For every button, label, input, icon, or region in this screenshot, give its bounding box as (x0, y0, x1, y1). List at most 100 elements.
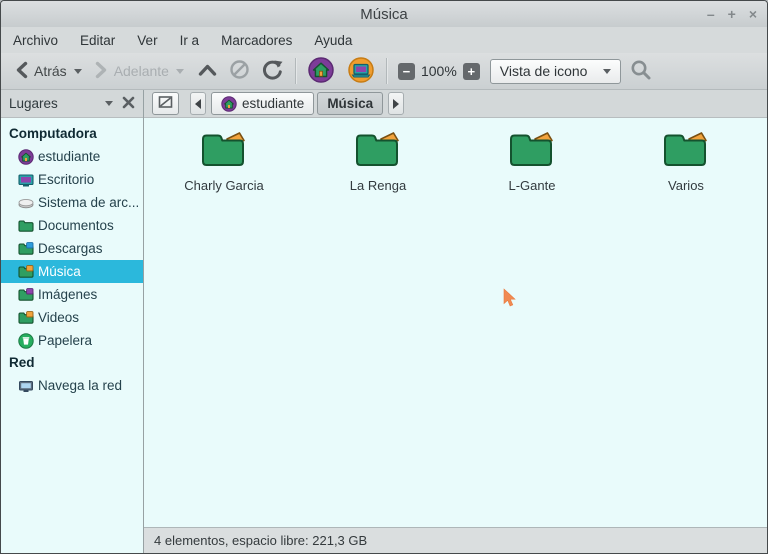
content-column: estudiante Música Charly Garcia La Renga L-… (144, 90, 767, 553)
desktop-icon (18, 172, 34, 188)
forward-label: Adelante (113, 63, 169, 79)
folder-video-icon (18, 310, 34, 326)
zoom-out-icon[interactable]: − (397, 62, 415, 80)
scroll-left-icon (195, 98, 201, 109)
toolbar-separator (294, 58, 296, 84)
places-header: Lugares (1, 90, 143, 118)
view-mode-value: Vista de icono (499, 63, 588, 79)
folder-images-icon (18, 287, 34, 303)
sidebar-item-label: Documentos (38, 218, 114, 233)
sidebar-item-label: Navega la red (38, 378, 123, 393)
sidebar-item-descargas[interactable]: Descargas (1, 237, 143, 260)
places-dropdown-icon[interactable] (105, 101, 113, 106)
menu-editar[interactable]: Editar (80, 33, 115, 48)
sidebar-item-escritorio[interactable]: Escritorio (1, 168, 143, 191)
home-circle-icon (18, 148, 34, 165)
forward-button[interactable]: Adelante (91, 59, 187, 84)
window-controls: – + × (707, 1, 757, 27)
zoom-in-icon[interactable]: + (462, 62, 480, 80)
file-item-varios[interactable]: Varios (609, 130, 763, 193)
file-item-l-gante[interactable]: L-Gante (455, 130, 609, 193)
mouse-cursor (502, 288, 516, 312)
forward-dropdown-icon (175, 68, 184, 74)
file-item-la-renga[interactable]: La Renga (301, 130, 455, 193)
file-manager-window: Música – + × Archivo Editar Ver Ir a Marcado… (0, 0, 768, 554)
sidebar-item-label: Escritorio (38, 172, 95, 187)
toolbar: Atrás Adelante − 100% + Vista de icono (1, 53, 767, 90)
places-close-icon (122, 96, 135, 112)
file-view[interactable]: Charly Garcia La Renga L-Gante Varios (144, 118, 767, 527)
search-button[interactable] (630, 59, 652, 84)
sidebar-item-sistema-de-arc[interactable]: Sistema de arc... (1, 191, 143, 214)
path-button-estudiante[interactable]: estudiante (211, 92, 315, 115)
path-button-label: Música (327, 96, 374, 111)
cancel-button[interactable] (226, 57, 253, 85)
titlebar[interactable]: Música – + × (1, 1, 767, 27)
toggle-path-entry-icon (158, 95, 173, 112)
drive-icon (18, 195, 34, 211)
file-item-charly-garcia[interactable]: Charly Garcia (147, 130, 301, 193)
forward-icon (94, 61, 109, 82)
sidebar-item-videos[interactable]: Videos (1, 306, 143, 329)
reload-button[interactable] (258, 57, 287, 85)
up-button[interactable] (195, 61, 220, 82)
path-scroll-right-button[interactable] (388, 92, 405, 115)
home-icon (308, 56, 334, 86)
folder-downloads-icon (18, 241, 34, 257)
main-row: Lugares Computadora estudiante Escritorio S… (1, 90, 767, 553)
minimize-icon[interactable]: – (707, 7, 715, 21)
menu-ir-a[interactable]: Ir a (180, 33, 200, 48)
status-text: 4 elementos, espacio libre: 221,3 GB (154, 533, 368, 548)
sidebar-item-label: Música (38, 264, 81, 279)
trash-icon (18, 332, 34, 349)
path-button-label: estudiante (242, 96, 305, 111)
network-icon (18, 378, 34, 394)
sidebar-section-computadora: Computadora (9, 126, 97, 141)
back-label: Atrás (34, 63, 67, 79)
path-buttons: estudiante Música (211, 92, 384, 115)
path-button-musica[interactable]: Música (317, 92, 384, 115)
sidebar-item-estudiante[interactable]: estudiante (1, 145, 143, 168)
back-icon (14, 61, 29, 82)
places-close-button[interactable] (122, 96, 135, 112)
sidebar-item-musica[interactable]: Música (1, 260, 143, 283)
menu-marcadores[interactable]: Marcadores (221, 33, 292, 48)
menu-ver[interactable]: Ver (137, 33, 157, 48)
window-title: Música (360, 5, 408, 23)
status-bar: 4 elementos, espacio libre: 221,3 GB (144, 527, 767, 553)
places-panel: Lugares Computadora estudiante Escritorio S… (1, 90, 144, 553)
sidebar-item-label: Videos (38, 310, 80, 325)
sidebar-item-label: Descargas (38, 241, 103, 256)
sidebar-item-imagenes[interactable]: Imágenes (1, 283, 143, 306)
sidebar-item-navega-la-red[interactable]: Navega la red (1, 374, 143, 397)
back-button[interactable]: Atrás (11, 59, 85, 84)
sidebar-section-red: Red (9, 355, 35, 370)
file-name: Varios (668, 178, 704, 193)
menu-ayuda[interactable]: Ayuda (314, 33, 352, 48)
search-icon (630, 59, 652, 84)
sidebar-item-label: Papelera (38, 333, 93, 348)
folder-icon (354, 130, 402, 173)
close-icon[interactable]: × (749, 7, 757, 21)
desktop-icon (348, 56, 374, 86)
back-dropdown-icon[interactable] (73, 68, 82, 74)
toggle-path-entry-button[interactable] (152, 92, 179, 115)
scroll-right-icon (393, 98, 400, 109)
desktop-button[interactable] (344, 56, 378, 86)
menu-archivo[interactable]: Archivo (13, 33, 58, 48)
sidebar-item-documentos[interactable]: Documentos (1, 214, 143, 237)
sidebar-list: Computadora estudiante Escritorio Sistema d… (1, 118, 143, 553)
cancel-icon (229, 59, 250, 83)
path-bar: estudiante Música (144, 90, 767, 118)
path-scroll-left-button[interactable] (190, 92, 206, 115)
maximize-icon[interactable]: + (728, 7, 736, 21)
view-dropdown-icon (603, 68, 612, 74)
view-mode-selector[interactable]: Vista de icono (489, 58, 622, 84)
home-circle-icon (221, 95, 237, 112)
folder-icon (508, 130, 556, 173)
sidebar-item-label: Imágenes (38, 287, 98, 302)
reload-icon (261, 59, 284, 83)
toolbar-separator (385, 58, 387, 84)
home-button[interactable] (304, 56, 338, 86)
sidebar-item-papelera[interactable]: Papelera (1, 329, 143, 352)
